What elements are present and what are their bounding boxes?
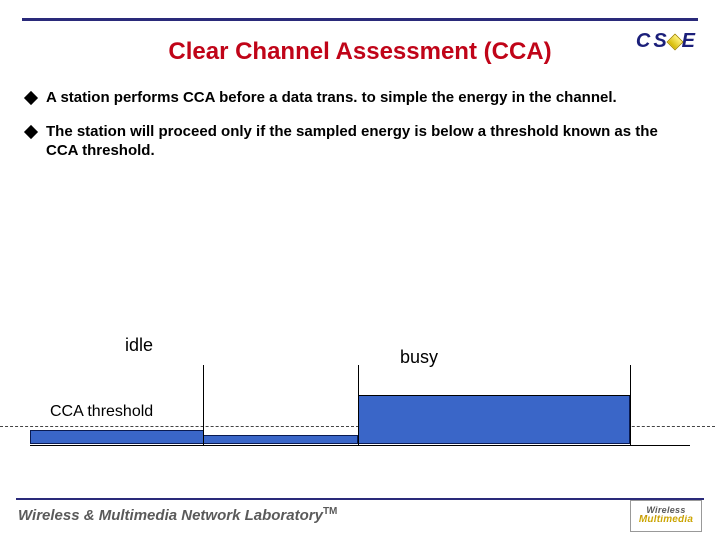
footer-text: Wireless & Multimedia Network Laboratory… xyxy=(18,506,337,524)
wm-logo-bottom: Multimedia xyxy=(639,515,693,525)
bullet-marker-icon xyxy=(24,91,38,105)
bullet-item: A station performs CCA before a data tra… xyxy=(26,88,694,108)
bullet-text: A station performs CCA before a data tra… xyxy=(46,88,617,108)
bullet-list: A station performs CCA before a data tra… xyxy=(26,88,694,175)
vline xyxy=(203,365,204,445)
idle-bar-2 xyxy=(203,435,358,444)
wireless-multimedia-logo: Wireless Multimedia xyxy=(630,500,702,532)
cca-diagram: idle busy CCA threshold xyxy=(70,335,705,485)
footer-tm: TM xyxy=(323,506,337,517)
hline xyxy=(358,395,630,396)
idle-label: idle xyxy=(125,335,153,356)
baseline xyxy=(30,445,690,446)
idle-bar-1 xyxy=(30,430,204,444)
bullet-marker-icon xyxy=(24,124,38,138)
vline xyxy=(630,365,631,445)
slide-title: Clear Channel Assessment (CCA) xyxy=(0,38,720,66)
footer-lab: Wireless & Multimedia Network Laboratory xyxy=(18,507,323,524)
busy-bar xyxy=(358,395,630,444)
footer-rule xyxy=(16,498,704,500)
busy-label: busy xyxy=(400,347,438,368)
top-rule xyxy=(22,18,698,21)
bullet-item: The station will proceed only if the sam… xyxy=(26,122,694,161)
bullet-text: The station will proceed only if the sam… xyxy=(46,122,658,161)
threshold-label: CCA threshold xyxy=(50,403,153,421)
vline xyxy=(358,365,359,445)
